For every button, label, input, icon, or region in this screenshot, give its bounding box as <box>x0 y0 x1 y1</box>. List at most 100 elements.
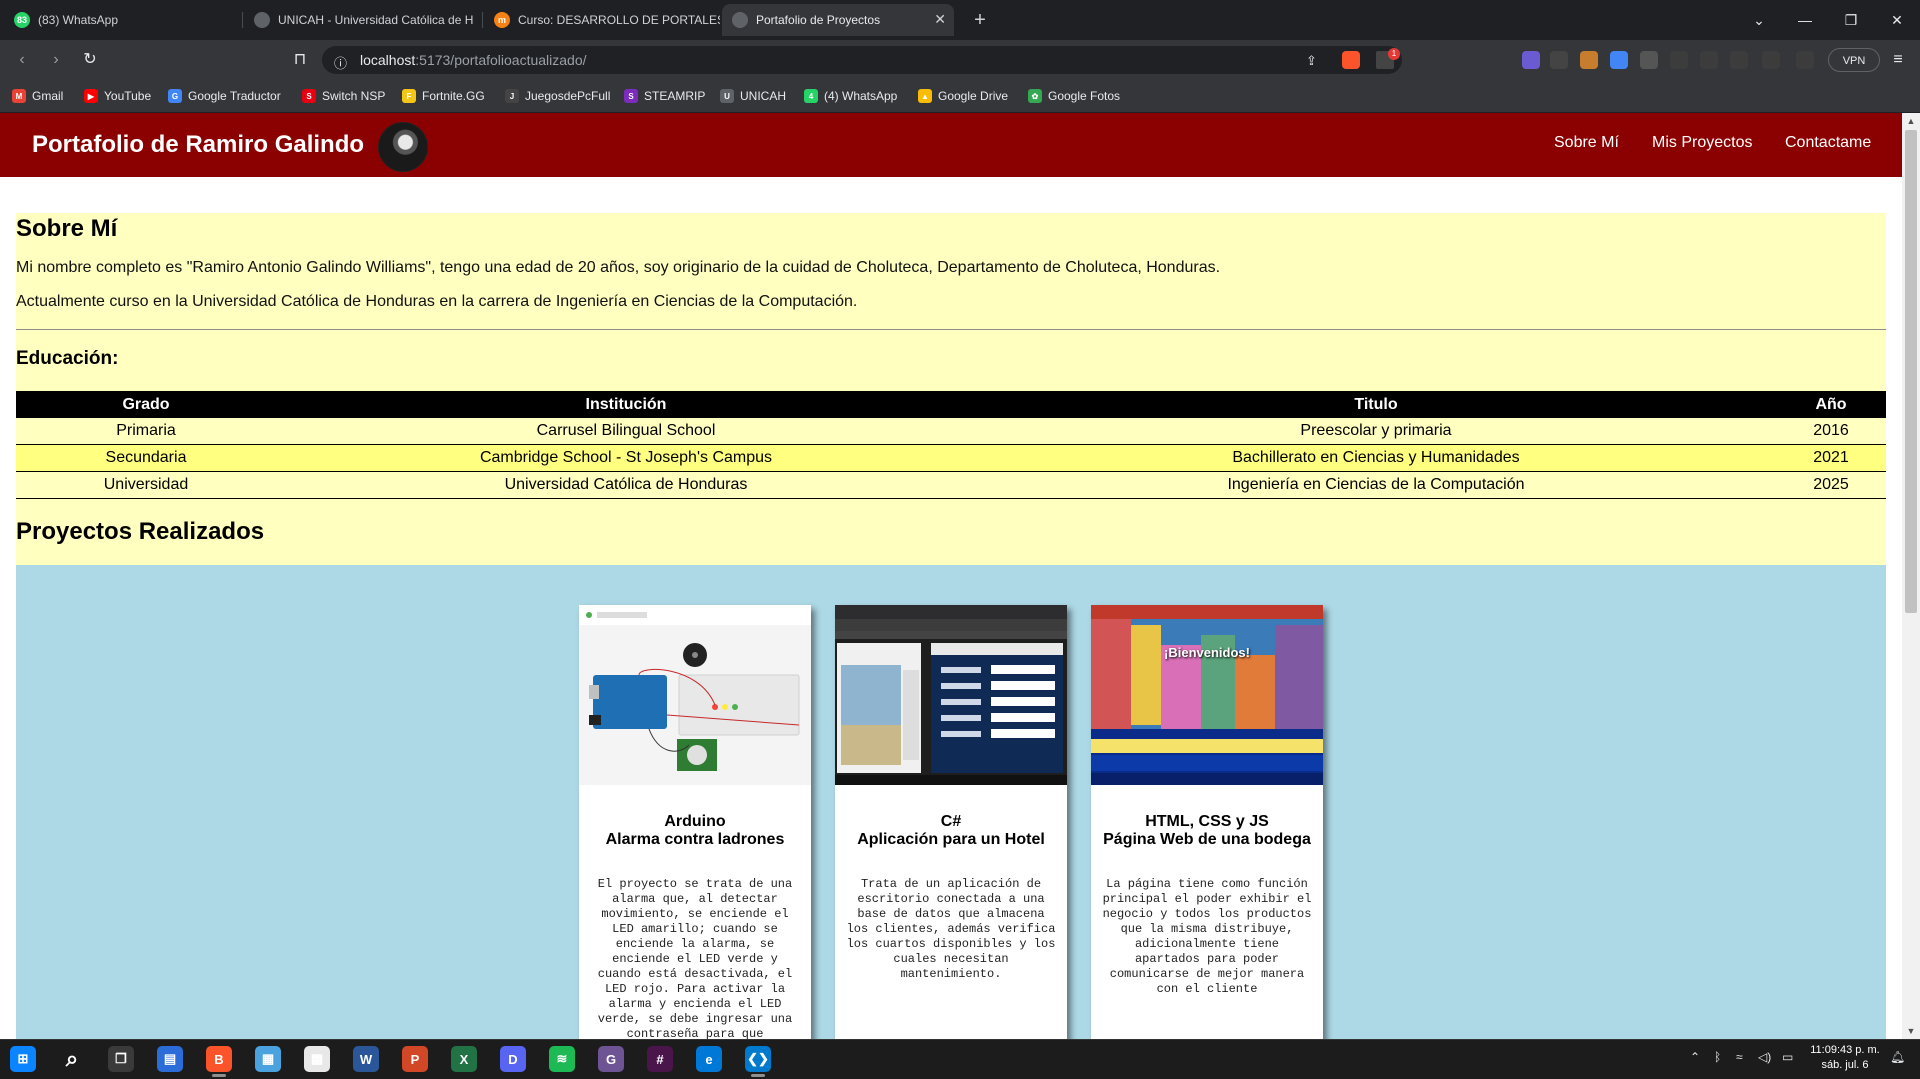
brave-shields-icon[interactable] <box>1342 51 1360 69</box>
search-icon[interactable]: ⌕ <box>59 1046 85 1072</box>
start-icon[interactable]: ⊞ <box>10 1046 36 1072</box>
project-title-arduino: Arduino Alarma contra ladrones <box>605 813 785 848</box>
extension-icon[interactable] <box>1522 51 1540 69</box>
bookmark-label: Fortnite.GG <box>422 89 485 103</box>
bookmark-label: (4) WhatsApp <box>824 89 898 103</box>
globe-icon: U <box>720 89 734 103</box>
table-cell: Carrusel Bilingual School <box>276 418 976 445</box>
restore-button[interactable]: ❐ <box>1828 0 1874 40</box>
tab-title: Curso: DESARROLLO DE PORTALES W <box>518 13 720 27</box>
forward-button[interactable]: › <box>44 48 68 72</box>
slack-icon[interactable]: # <box>647 1046 673 1072</box>
bookmark-google-fotos[interactable]: ✿ Google Fotos <box>1028 88 1120 104</box>
menu-icon[interactable]: ≡ <box>1886 48 1910 72</box>
brave-icon[interactable]: B <box>206 1046 232 1072</box>
bookmark-label: YouTube <box>104 89 152 103</box>
bookmark-unicah[interactable]: U UNICAH <box>720 88 786 104</box>
scroll-up-icon[interactable]: ▲ <box>1905 115 1917 127</box>
project-card-csharp[interactable]: C# Aplicación para un Hotel Trata de un … <box>835 605 1067 1039</box>
table-header-row: Grado Institución Titulo Año <box>16 391 1886 418</box>
tab-3[interactable]: m Curso: DESARROLLO DE PORTALES W <box>484 4 720 36</box>
tab-separator <box>482 12 483 28</box>
projects-section: Arduino Alarma contra ladrones El proyec… <box>16 565 1886 1039</box>
bookmark-google-traductor[interactable]: G Google Traductor <box>168 88 281 104</box>
powerpoint-icon[interactable]: P <box>402 1046 428 1072</box>
excel-icon[interactable]: X <box>451 1046 477 1072</box>
extension-icon[interactable] <box>1580 51 1598 69</box>
banner-text: ¡Bienvenidos! <box>1164 645 1250 660</box>
bookmark-label: Google Fotos <box>1048 89 1121 103</box>
bluetooth-icon[interactable]: ᛒ <box>1714 1050 1721 1064</box>
scrollbar-thumb[interactable] <box>1905 130 1917 613</box>
column-header: Titulo <box>976 391 1776 418</box>
game-icon: J <box>505 89 519 103</box>
github-icon[interactable]: G <box>598 1046 624 1072</box>
bookmark-steamrip[interactable]: S STEAMRIP <box>624 88 705 104</box>
url-text[interactable]: localhost:5173/portafolioactualizado/ <box>360 52 587 68</box>
tab-search-chevron-icon[interactable]: ⌄ <box>1736 0 1782 40</box>
tab-2[interactable]: UNICAH - Universidad Católica de H <box>244 4 480 36</box>
new-tab-button[interactable]: + <box>966 6 994 34</box>
youtube-icon: ▶ <box>84 89 98 103</box>
notification-bell-icon[interactable]: 🔔︎ <box>1890 1050 1905 1064</box>
bookmark-4-whatsapp[interactable]: 4 (4) WhatsApp <box>804 88 897 104</box>
tab-1[interactable]: 83 (83) WhatsApp <box>4 4 240 36</box>
steamrip-icon: S <box>624 89 638 103</box>
nav-link-mis-proyectos[interactable]: Mis Proyectos <box>1652 134 1752 152</box>
nav-link-contactame[interactable]: Contactame <box>1785 134 1871 152</box>
about-section: Sobre Mí Mi nombre completo es "Ramiro A… <box>16 213 1886 575</box>
eyedropper-icon[interactable] <box>1640 51 1658 69</box>
bookmark-juegosdepcfull[interactable]: J JuegosdePcFull <box>505 88 610 104</box>
windows-taskbar <box>0 1039 1920 1079</box>
projects-heading: Proyectos Realizados <box>16 518 265 545</box>
scroll-down-icon[interactable]: ▼ <box>1905 1025 1917 1037</box>
discord-icon[interactable]: D <box>500 1046 526 1072</box>
translate-extension-icon[interactable] <box>1610 51 1628 69</box>
tray-chevron-icon[interactable]: ⌃ <box>1690 1050 1700 1064</box>
bookmark-fortnite-gg[interactable]: F Fortnite.GG <box>402 88 485 104</box>
extension-icon[interactable] <box>1670 51 1688 69</box>
back-button[interactable]: ‹ <box>10 48 34 72</box>
task-view-icon[interactable]: ❐ <box>108 1046 134 1072</box>
vscode-icon[interactable]: ❮❯ <box>745 1046 771 1072</box>
extension-icon[interactable] <box>1700 51 1718 69</box>
table-cell: 2016 <box>1776 418 1886 445</box>
avatar <box>378 122 428 172</box>
fortnite-icon: F <box>402 89 416 103</box>
about-heading: Sobre Mí <box>16 215 118 242</box>
nav-link-sobre-mi[interactable]: Sobre Mí <box>1554 134 1619 152</box>
control-panel-icon[interactable]: ▦ <box>255 1046 281 1072</box>
tab-4[interactable]: Portafolio de Proyectos ✕ <box>722 4 954 36</box>
bookmark-switch-nsp[interactable]: S Switch NSP <box>302 88 385 104</box>
extensions-puzzle-icon[interactable] <box>1730 51 1748 69</box>
close-window-button[interactable]: ✕ <box>1874 0 1920 40</box>
bookmark-google-drive[interactable]: ▲ Google Drive <box>918 88 1008 104</box>
file-explorer-icon[interactable]: ▤ <box>157 1046 183 1072</box>
project-card-html[interactable]: ¡Bienvenidos! HTML, CSS y JS Página Web … <box>1091 605 1323 1039</box>
word-icon[interactable]: W <box>353 1046 379 1072</box>
page-viewport: Portafolio de Ramiro Galindo Sobre Mí Mi… <box>0 113 1902 1039</box>
project-card-arduino[interactable]: Arduino Alarma contra ladrones El proyec… <box>579 605 811 1039</box>
edge-icon[interactable]: e <box>696 1046 722 1072</box>
site-info-icon[interactable]: ⓘ <box>334 53 347 72</box>
table-row: Primaria Carrusel Bilingual School Prees… <box>16 418 1886 445</box>
store-icon[interactable]: ▩ <box>304 1046 330 1072</box>
share-icon[interactable]: ⇪ <box>1306 53 1317 69</box>
reload-button[interactable]: ↻ <box>78 48 102 72</box>
bookmark-youtube[interactable]: ▶ YouTube <box>84 88 151 104</box>
site-header: Portafolio de Ramiro Galindo Sobre Mí Mi… <box>0 113 1902 177</box>
table-cell: Primaria <box>16 418 276 445</box>
minimize-button[interactable]: — <box>1782 0 1828 40</box>
sidebar-icon[interactable] <box>1762 51 1780 69</box>
volume-icon[interactable]: ◁) <box>1758 1050 1771 1064</box>
bookmark-icon[interactable]: ⊓ <box>288 48 312 72</box>
wallet-icon[interactable] <box>1796 51 1814 69</box>
close-tab-icon[interactable]: ✕ <box>934 11 946 28</box>
system-clock[interactable]: 11:09:43 p. m. sáb. jul. 6 <box>1808 1043 1882 1073</box>
battery-icon[interactable]: ▭ <box>1782 1050 1793 1064</box>
bookmark-gmail[interactable]: M Gmail <box>12 88 63 104</box>
extension-icon[interactable] <box>1550 51 1568 69</box>
spotify-icon[interactable]: ≋ <box>549 1046 575 1072</box>
vpn-button[interactable]: VPN <box>1828 48 1880 72</box>
wifi-icon[interactable]: ≈ <box>1736 1050 1743 1064</box>
